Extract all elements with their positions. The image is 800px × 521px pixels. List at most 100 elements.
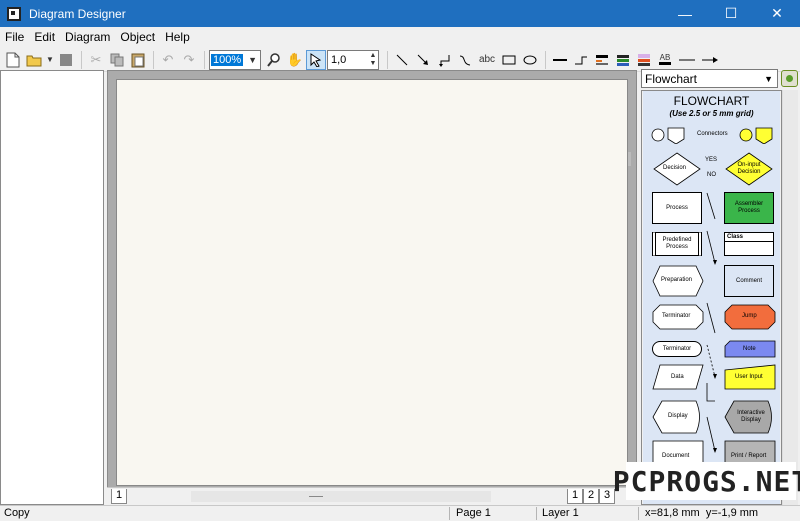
stencil-subtitle: (Use 2.5 or 5 mm grid)	[669, 109, 754, 118]
page-tab-1[interactable]: 1	[567, 489, 584, 504]
arrow-end-icon[interactable]	[699, 50, 721, 70]
menu-object[interactable]: Object	[115, 30, 160, 44]
diagram-page[interactable]	[116, 79, 628, 486]
stencil-select-value: Flowchart	[645, 71, 698, 86]
connector-shapes[interactable]	[651, 126, 691, 144]
connector-shapes-yellow[interactable]	[739, 126, 779, 144]
canvas-area[interactable]	[107, 70, 637, 505]
stencil-palette: FLOWCHART (Use 2.5 or 5 mm grid) Connect…	[641, 90, 782, 505]
status-divider	[449, 507, 450, 520]
class-divider	[725, 241, 773, 242]
toolbar-separator	[81, 50, 82, 69]
status-divider	[638, 507, 639, 520]
toolbar-separator	[387, 50, 388, 69]
horizontal-scrollbar[interactable]	[191, 491, 491, 502]
ellipse-tool-icon[interactable]	[520, 50, 540, 70]
status-action: Copy	[4, 507, 30, 519]
app-logo-icon	[7, 6, 21, 21]
page-tab-2[interactable]: 2	[583, 489, 600, 504]
pan-hand-icon[interactable]: ✋	[285, 50, 305, 70]
minimize-button[interactable]: —	[662, 0, 708, 27]
page-thumbnail-panel[interactable]	[0, 70, 104, 505]
stencil-canvas: FLOWCHART (Use 2.5 or 5 mm grid) Connect…	[643, 91, 780, 504]
zoom-combo[interactable]: 100% ▼	[209, 49, 261, 70]
watermark-logo: PCPROGS.NET	[613, 462, 800, 500]
chevron-down-icon: ▼	[248, 54, 257, 65]
label-note: Note	[743, 346, 756, 352]
curve-connector-icon[interactable]	[455, 50, 475, 70]
bring-front-icon[interactable]	[592, 50, 612, 70]
arrow-line-tool-icon[interactable]	[413, 50, 433, 70]
close-button[interactable]: ✕	[754, 0, 800, 27]
undo-icon[interactable]: ↶	[158, 50, 178, 70]
fill-color-icon[interactable]	[613, 50, 633, 70]
label-class: Class	[727, 234, 744, 240]
zoom-value: 100%	[211, 53, 244, 66]
assembler-process-shape[interactable]: Assembler Process	[724, 192, 774, 224]
paste-icon[interactable]	[128, 50, 148, 70]
line-width-icon[interactable]	[550, 50, 570, 70]
label-on-input-decision: On-input Decision	[737, 162, 761, 175]
stencil-title: FLOWCHART	[673, 94, 750, 108]
label-decision: Decision	[663, 165, 687, 171]
menu-diagram[interactable]: Diagram	[60, 30, 115, 44]
flow-arrow-icon	[706, 192, 717, 265]
select-pointer-icon[interactable]	[306, 49, 326, 70]
maximize-button[interactable]: ☐	[708, 0, 754, 27]
zoom-magnifier-icon[interactable]	[264, 50, 284, 70]
rectangle-tool-icon[interactable]	[499, 50, 519, 70]
scroll-grip[interactable]	[309, 496, 323, 497]
line-width-spinner[interactable]: 1,0 ▲ ▼	[327, 49, 379, 70]
label-document: Document	[662, 453, 690, 459]
terminator-rounded-shape[interactable]: Terminator	[652, 341, 702, 357]
menu-bar: File Edit Diagram Object Help	[0, 27, 800, 47]
open-dropdown-icon[interactable]: ▼	[45, 50, 55, 70]
toolbar-separator	[204, 50, 205, 69]
splitter-grip[interactable]	[628, 152, 631, 166]
stencil-vertical-scrollbar[interactable]	[782, 90, 798, 505]
copy-icon[interactable]	[107, 50, 127, 70]
label-interactive-display: Interactive Display	[737, 410, 765, 423]
label-yes: YES	[705, 157, 718, 163]
new-file-icon[interactable]	[3, 50, 23, 70]
toolbar-separator	[153, 50, 154, 69]
stencil-add-icon[interactable]	[781, 70, 798, 87]
stencil-select[interactable]: Flowchart ▼	[641, 69, 778, 88]
line-color-icon[interactable]	[634, 50, 654, 70]
chevron-down-icon: ▼	[764, 73, 773, 84]
plain-line-icon[interactable]	[676, 50, 698, 70]
menu-file[interactable]: File	[0, 30, 29, 44]
label-data: Data	[671, 374, 684, 380]
class-shape[interactable]: Class	[724, 232, 774, 256]
redo-icon[interactable]: ↷	[179, 50, 199, 70]
label-terminator: Terminator	[662, 313, 691, 319]
label-no: NO	[707, 172, 716, 178]
spinner-arrows-icon[interactable]: ▲ ▼	[368, 52, 378, 68]
stop-icon[interactable]	[56, 50, 76, 70]
cut-icon[interactable]: ✂	[86, 50, 106, 70]
line-tool-icon[interactable]	[392, 50, 412, 70]
app-window: Diagram Designer — ☐ ✕ File Edit Diagram…	[0, 0, 800, 521]
title-bar: Diagram Designer — ☐ ✕	[0, 0, 800, 27]
font-tool-icon[interactable]: AB	[655, 50, 675, 70]
predefined-process-shape[interactable]: Predefined Process	[652, 232, 702, 256]
menu-edit[interactable]: Edit	[29, 30, 60, 44]
page-tabs-bar: 1 1 2 3	[107, 487, 637, 505]
text-tool-icon[interactable]: abc	[476, 50, 498, 70]
elbow-connector-icon[interactable]	[434, 50, 454, 70]
line-width-value: 1,0	[331, 53, 347, 66]
menu-help[interactable]: Help	[160, 30, 195, 44]
font-tool-label: AB	[659, 52, 671, 62]
line-style-icon[interactable]	[571, 50, 591, 70]
open-folder-icon[interactable]	[24, 50, 44, 70]
label-print-report: Print / Report	[731, 453, 767, 459]
label-connectors: Connectors	[697, 131, 728, 137]
flow-arrow-icon	[706, 302, 717, 379]
page-tab-left[interactable]: 1	[111, 489, 128, 504]
status-layer: Layer 1	[542, 507, 579, 519]
status-coords: x=81,8 mm y=-1,9 mm	[645, 507, 759, 519]
comment-shape[interactable]: Comment	[724, 265, 774, 297]
process-shape[interactable]: Process	[652, 192, 702, 224]
label-user-input: User Input	[735, 374, 763, 380]
flow-arrow-icon	[706, 383, 717, 453]
